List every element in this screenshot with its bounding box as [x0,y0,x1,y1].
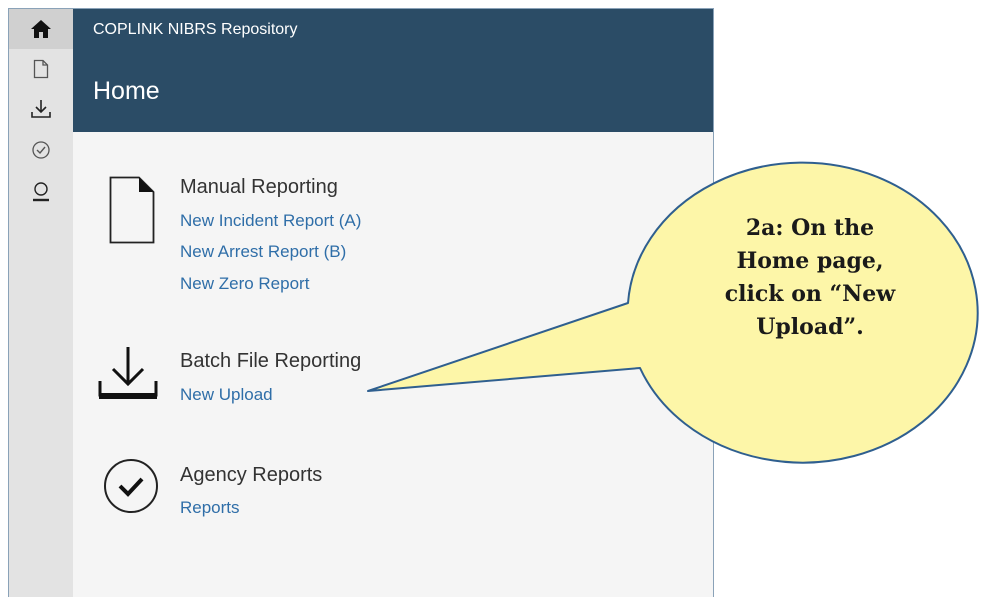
callout-line-2: Home page, [736,248,884,274]
new-arrest-report-link[interactable]: New Arrest Report (B) [180,242,346,262]
page-header: COPLINK NIBRS Repository Home [73,9,713,132]
user-icon [33,182,49,202]
reports-link[interactable]: Reports [180,498,240,518]
agency-reports-title: Agency Reports [180,464,323,486]
rail-check-button[interactable] [9,130,73,170]
new-incident-report-link[interactable]: New Incident Report (A) [180,211,361,231]
rail-home-button[interactable] [9,9,73,49]
app-window: COPLINK NIBRS Repository Home Manual Rep… [8,8,714,597]
icon-sidebar [9,9,73,597]
batch-file-reporting-title: Batch File Reporting [180,350,362,372]
callout-line-3: click on “New [724,281,896,307]
download-icon [31,100,51,118]
check-circle-icon [104,459,158,513]
download-icon [98,347,158,399]
callout-line-4: Upload”. [756,314,864,340]
rail-document-button[interactable] [9,49,73,89]
check-circle-icon [32,141,50,159]
document-icon [109,176,155,244]
page-title: Home [93,77,160,105]
callout-line-1: 2a: On the [745,215,875,241]
document-icon [33,59,49,79]
callout-text: 2a: On the Home page, click on “New Uplo… [700,212,920,344]
manual-reporting-title: Manual Reporting [180,176,338,198]
home-icon [31,20,51,38]
home-content: Manual Reporting New Incident Report (A)… [73,132,713,597]
new-zero-report-link[interactable]: New Zero Report [180,274,309,294]
rail-user-button[interactable] [9,172,73,212]
app-name: COPLINK NIBRS Repository [93,21,298,38]
new-upload-link[interactable]: New Upload [180,385,273,405]
rail-download-button[interactable] [9,89,73,129]
